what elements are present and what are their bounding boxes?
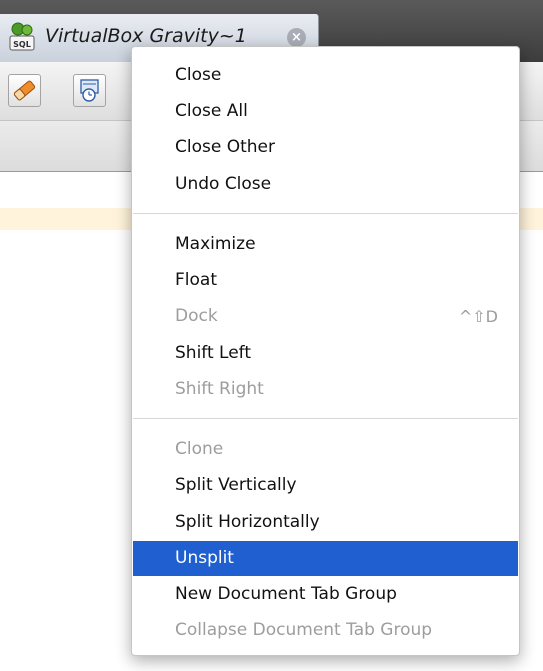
menu-item-shift-left[interactable]: Shift Left — [133, 336, 518, 371]
menu-item-label: Close Other — [175, 137, 275, 157]
menu-item-float[interactable]: Float — [133, 263, 518, 298]
menu-item-label: Close All — [175, 101, 248, 121]
menu-item-shift-right: Shift Right — [133, 372, 518, 407]
menu-item-clone: Clone — [133, 432, 518, 467]
menu-item-split-horizontally[interactable]: Split Horizontally — [133, 505, 518, 540]
menu-item-collapse-document-tab-group: Collapse Document Tab Group — [133, 613, 518, 648]
tab-title: VirtualBox Gravity~1 — [45, 25, 247, 47]
menu-separator — [133, 418, 518, 419]
menu-item-close-other[interactable]: Close Other — [133, 130, 518, 165]
menu-item-label: Undo Close — [175, 174, 272, 194]
menu-item-label: Dock — [175, 306, 218, 326]
menu-item-dock: Dock ^⇧D — [133, 299, 518, 334]
menu-item-close[interactable]: Close — [133, 58, 518, 93]
menu-separator — [133, 213, 518, 214]
menu-item-label: Close — [175, 65, 222, 85]
menu-item-label: Split Vertically — [175, 475, 297, 495]
menu-item-undo-close[interactable]: Undo Close — [133, 167, 518, 202]
tab-context-menu: Close Close All Close Other Undo Close M… — [131, 46, 520, 656]
menu-item-new-document-tab-group[interactable]: New Document Tab Group — [133, 577, 518, 612]
menu-item-label: Clone — [175, 439, 224, 459]
menu-item-close-all[interactable]: Close All — [133, 94, 518, 129]
sql-icon-label: SQL — [13, 40, 31, 49]
menu-item-split-vertically[interactable]: Split Vertically — [133, 468, 518, 503]
menu-item-maximize[interactable]: Maximize — [133, 227, 518, 262]
menu-item-label: Shift Right — [175, 379, 264, 399]
history-icon — [80, 79, 99, 102]
menu-item-shortcut: ^⇧D — [458, 307, 498, 326]
sql-database-icon: SQL — [8, 21, 36, 53]
history-button[interactable] — [73, 74, 106, 107]
menu-item-label: Unsplit — [175, 548, 234, 568]
menu-item-label: Float — [175, 270, 217, 290]
close-circle-icon[interactable]: × — [287, 28, 306, 47]
menu-item-unsplit[interactable]: Unsplit — [133, 541, 518, 576]
eraser-icon — [13, 80, 36, 101]
menu-item-label: Collapse Document Tab Group — [175, 620, 433, 640]
menu-item-label: Shift Left — [175, 343, 252, 363]
menu-item-label: Maximize — [175, 234, 256, 254]
menu-item-label: New Document Tab Group — [175, 584, 397, 604]
menu-item-label: Split Horizontally — [175, 512, 320, 532]
clear-button[interactable] — [8, 74, 41, 107]
